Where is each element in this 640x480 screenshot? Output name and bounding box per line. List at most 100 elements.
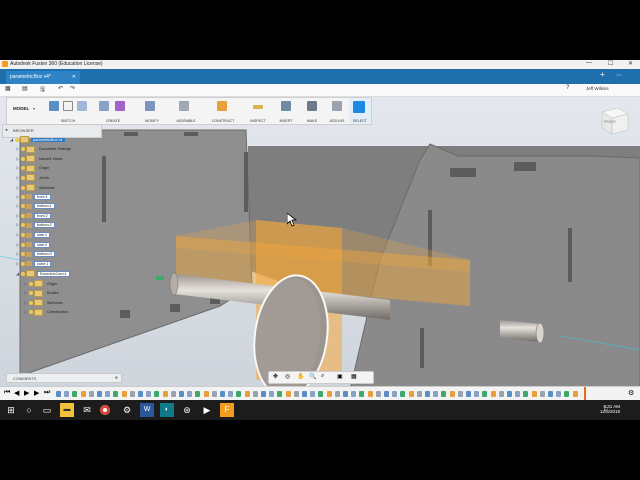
timeline-feature-icon[interactable] (400, 391, 406, 397)
tab-menu-icon[interactable]: ⋯ (616, 72, 622, 79)
timeline-feature-icon[interactable] (138, 391, 143, 397)
visibility-bulb-icon[interactable] (29, 291, 33, 296)
visibility-bulb-icon[interactable] (29, 310, 33, 315)
timeline-feature-icon[interactable] (408, 391, 414, 397)
browser-item[interactable]: ▷ Origin (24, 280, 59, 288)
timeline-feature-icon[interactable] (507, 391, 512, 397)
visibility-bulb-icon[interactable] (21, 242, 25, 247)
visibility-bulb-icon[interactable] (21, 156, 25, 161)
visibility-bulb-icon[interactable] (21, 147, 25, 152)
timeline-feature-icon[interactable] (449, 391, 455, 397)
timeline-feature-icon[interactable] (302, 391, 307, 397)
browser-item[interactable]: ▷ Sketches (16, 184, 57, 192)
network-icon[interactable]: ⊛ (180, 403, 194, 417)
timeline-feature-icon[interactable] (556, 391, 562, 397)
timeline-back-icon[interactable]: ◀ (14, 389, 19, 397)
timeline-feature-icon[interactable] (64, 391, 70, 397)
fusion-taskbar-icon[interactable]: F (220, 403, 234, 417)
browser-item[interactable]: ◢ EccentricCam:1 (16, 270, 70, 278)
timeline-feature-icon[interactable] (146, 391, 152, 397)
help-icon[interactable]: ? (566, 85, 569, 91)
timeline-feature-icon[interactable] (416, 391, 422, 397)
timeline-feature-icon[interactable] (367, 391, 373, 397)
timeline-feature-icon[interactable] (154, 391, 160, 397)
visibility-bulb-icon[interactable] (21, 271, 25, 276)
undo-icon[interactable]: ↶ (58, 85, 63, 92)
timeline-feature-icon[interactable] (310, 391, 316, 397)
orbit-icon[interactable]: ✥ (273, 373, 278, 380)
timeline-feature-icon[interactable] (88, 391, 94, 397)
visibility-bulb-icon[interactable] (15, 137, 19, 142)
timeline-feature-icon[interactable] (203, 391, 209, 397)
collapse-icon[interactable]: ◂ (5, 127, 7, 133)
timeline-feature-icon[interactable] (466, 391, 471, 397)
grid-icon[interactable]: ▦ (351, 373, 357, 380)
timeline-feature-icon[interactable] (523, 391, 529, 397)
timeline-feature-icon[interactable] (441, 391, 447, 397)
browser-item[interactable]: ▷ Named Views (16, 155, 64, 163)
search-icon[interactable]: ○ (22, 403, 36, 417)
visibility-bulb-icon[interactable] (21, 252, 25, 257)
timeline[interactable]: ⏮ ◀ ▶ ▶ ⏭ ⚙ (0, 386, 640, 401)
visibility-bulb-icon[interactable] (29, 300, 33, 305)
fit-icon[interactable]: ⌕ (321, 373, 324, 380)
timeline-feature-icon[interactable] (244, 391, 250, 397)
comments-panel[interactable]: COMMENTS ⊕ (6, 373, 122, 383)
timeline-feature-icon[interactable] (572, 391, 578, 397)
visibility-bulb-icon[interactable] (21, 204, 25, 209)
system-clock[interactable]: 9:31 AM 12/5/2018 (600, 404, 620, 414)
timeline-feature-icon[interactable] (129, 391, 135, 397)
settings-icon[interactable]: ⚙ (120, 403, 134, 417)
look-at-icon[interactable]: ◎ (285, 373, 290, 380)
timeline-feature-icon[interactable] (343, 391, 348, 397)
timeline-feature-icon[interactable] (515, 391, 521, 397)
timeline-feature-icon[interactable] (457, 391, 463, 397)
timeline-feature-icon[interactable] (548, 391, 553, 397)
windows-start-icon[interactable]: ⊞ (4, 403, 18, 417)
user-name[interactable]: Jeff Wilkins (586, 86, 609, 91)
timeline-feature-icon[interactable] (474, 391, 480, 397)
timeline-feature-icon[interactable] (334, 391, 340, 397)
timeline-feature-icon[interactable] (359, 391, 365, 397)
browser-item[interactable]: ▷ cube:1 (16, 260, 52, 269)
task-view-icon[interactable]: ▭ (40, 403, 54, 417)
timeline-feature-icon[interactable] (228, 391, 234, 397)
browser-item[interactable]: ▷ Joints (16, 174, 51, 182)
visibility-bulb-icon[interactable] (21, 261, 25, 266)
visibility-bulb-icon[interactable] (21, 213, 25, 218)
save-icon[interactable]: 🖫 (40, 85, 45, 95)
timeline-feature-icon[interactable] (425, 391, 430, 397)
timeline-feature-icon[interactable] (293, 391, 299, 397)
maximize-button[interactable]: ☐ (608, 60, 613, 67)
timeline-feature-icon[interactable] (195, 391, 201, 397)
add-tab-icon[interactable]: + (600, 70, 605, 79)
visibility-bulb-icon[interactable] (29, 281, 33, 286)
inspect-group[interactable]: INSPECT (243, 98, 273, 124)
timeline-feature-icon[interactable] (170, 391, 176, 397)
timeline-end-icon[interactable]: ⏭ (44, 389, 50, 397)
browser-item[interactable]: ▷ Document Settings (16, 145, 73, 154)
timeline-feature-icon[interactable] (179, 391, 184, 397)
pan-icon[interactable]: ✋ (297, 373, 304, 380)
browser-item[interactable]: ▷ Bodies (24, 289, 61, 298)
visibility-bulb-icon[interactable] (21, 175, 25, 180)
timeline-feature-icon[interactable] (326, 391, 332, 397)
add-ins-group[interactable]: ADD-INS (325, 98, 349, 124)
timeline-play-icon[interactable]: ▶ (24, 389, 29, 397)
timeline-feature-icon[interactable] (433, 391, 439, 397)
close-button[interactable]: ✕ (628, 60, 633, 67)
browser-item[interactable]: ▷ bottom:2 (16, 222, 55, 230)
browser-item[interactable]: ▷ Construction (24, 308, 70, 317)
media-icon[interactable]: ▶ (200, 403, 214, 417)
modify-group[interactable]: MODIFY (135, 98, 169, 124)
minimize-button[interactable]: — (586, 60, 592, 66)
timeline-feature-icon[interactable] (162, 391, 168, 397)
timeline-settings-icon[interactable]: ⚙ (628, 389, 634, 397)
sketch-group[interactable]: SKETCH (45, 98, 91, 124)
file-explorer-icon[interactable]: ▬ (60, 403, 74, 417)
teams-icon[interactable]: ◐ (160, 403, 174, 417)
make-group[interactable]: MAKE (299, 98, 325, 124)
construct-group[interactable]: CONSTRUCT (203, 98, 243, 124)
browser-item[interactable]: ▷ front:2 (16, 212, 51, 221)
app-grid-icon[interactable]: ▦ (5, 85, 11, 92)
